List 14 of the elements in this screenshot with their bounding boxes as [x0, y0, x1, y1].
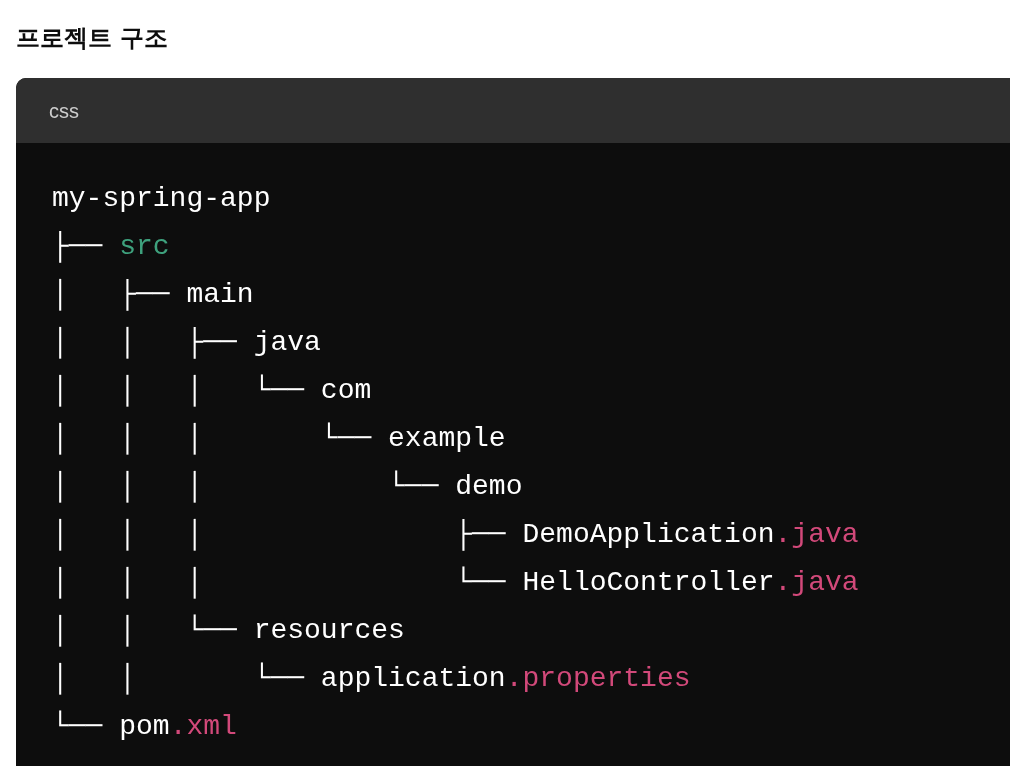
- code-line: my-spring-app: [52, 183, 271, 214]
- code-line: │ │ │ └── example: [52, 423, 506, 454]
- code-line: │ │ └── resources: [52, 615, 405, 646]
- code-line: │ │ └── application.properties: [52, 663, 691, 694]
- code-line: │ │ │ ├── DemoApplication.java: [52, 519, 859, 550]
- code-line: │ │ │ └── demo: [52, 471, 523, 502]
- language-label: css: [49, 98, 79, 124]
- code-line: │ │ │ └── HelloController.java: [52, 567, 859, 598]
- code-line: │ │ ├── java: [52, 327, 321, 358]
- code-line: │ │ │ └── com: [52, 375, 372, 406]
- section-heading: 프로젝트 구조: [16, 23, 169, 54]
- code-line: │ ├── main: [52, 279, 254, 310]
- code-line: └── pom.xml: [52, 711, 237, 742]
- code-line: ├── src: [52, 231, 170, 262]
